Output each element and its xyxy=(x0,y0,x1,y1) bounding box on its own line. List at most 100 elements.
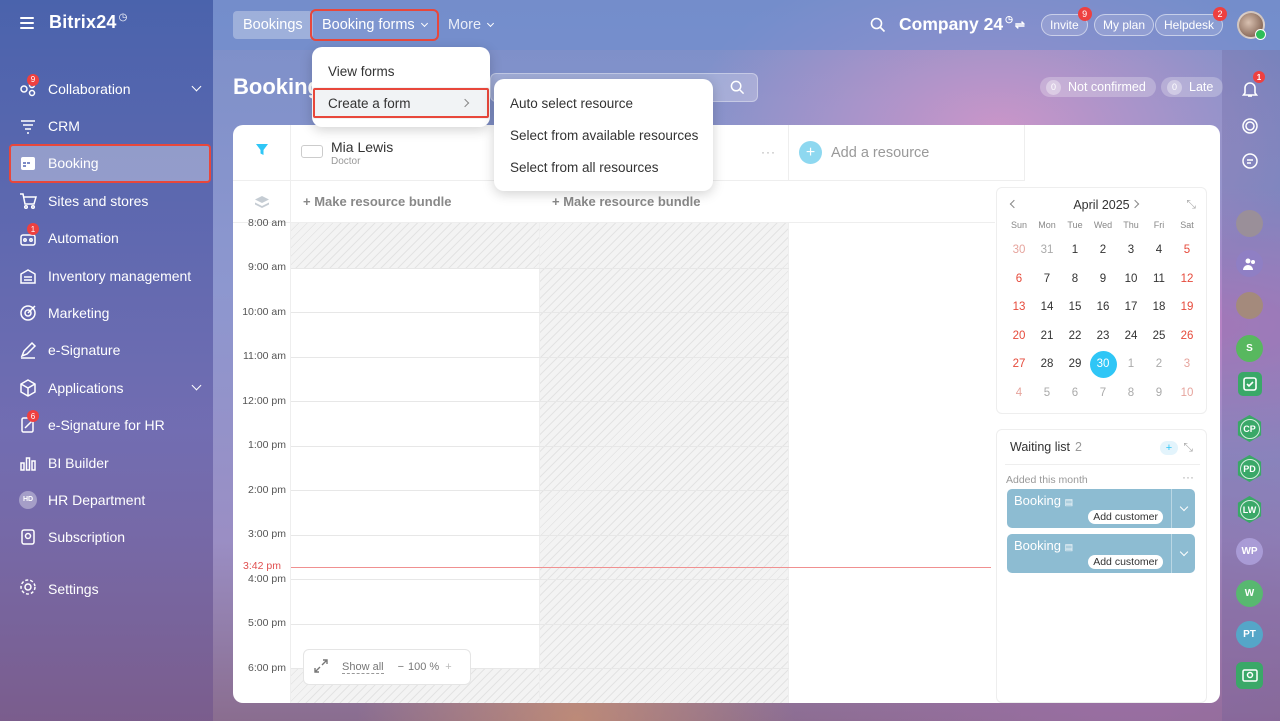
helpdesk-button[interactable]: Helpdesk 2 xyxy=(1155,7,1228,36)
group-icon[interactable] xyxy=(1236,250,1263,277)
tab-more[interactable]: More xyxy=(438,11,503,39)
calendar-day[interactable]: 14 xyxy=(1033,293,1061,322)
late-filter[interactable]: 0 Late xyxy=(1161,77,1224,97)
user-avatar[interactable] xyxy=(1237,11,1266,40)
calendar-day[interactable]: 7 xyxy=(1033,265,1061,294)
calendar-day[interactable]: 5 xyxy=(1033,379,1061,408)
add-customer-button[interactable]: Add customer xyxy=(1088,555,1163,569)
company-name[interactable]: Company 24 ◷ ⇌ xyxy=(899,14,1025,35)
calendar-day[interactable]: 4 xyxy=(1005,379,1033,408)
tab-bookings[interactable]: Bookings xyxy=(233,11,313,39)
dropdown-button[interactable] xyxy=(1171,534,1195,573)
dropdown-button[interactable] xyxy=(1171,489,1195,528)
calendar-day[interactable]: 8 xyxy=(1061,265,1089,294)
expand-icon[interactable] xyxy=(314,658,328,676)
resource-column[interactable] xyxy=(291,268,540,668)
sidebar-item-bi-builder[interactable]: BI Builder xyxy=(10,444,210,481)
calendar-day[interactable]: 10 xyxy=(1173,379,1201,408)
add-resource-button[interactable]: + Add a resource xyxy=(789,125,1025,181)
invite-button[interactable]: Invite 9 xyxy=(1041,7,1092,36)
add-waiting-button[interactable]: + xyxy=(1160,441,1178,455)
make-bundle-button[interactable]: + Make resource bundle xyxy=(552,194,700,209)
menu-item-create-form[interactable]: Create a form xyxy=(312,87,490,119)
contact-lw-avatar[interactable]: LW xyxy=(1236,496,1263,523)
contact-w-avatar[interactable]: W xyxy=(1236,580,1263,607)
sidebar-item-marketing[interactable]: Marketing xyxy=(10,294,210,331)
more-dots-icon[interactable]: ··· xyxy=(1182,470,1194,484)
add-customer-button[interactable]: Add customer xyxy=(1088,510,1163,524)
brand[interactable]: Bitrix24 ◷ xyxy=(20,12,127,33)
calendar-day[interactable]: 3 xyxy=(1173,350,1201,379)
activity-icon[interactable] xyxy=(1236,112,1263,139)
calendar-day[interactable]: 2 xyxy=(1089,236,1117,265)
collapse-icon[interactable]: ⤡ xyxy=(1183,440,1193,455)
calendar-day[interactable]: 7 xyxy=(1089,379,1117,408)
calendar-day[interactable]: 23 xyxy=(1089,322,1117,351)
calendar-day[interactable]: 13 xyxy=(1005,293,1033,322)
sidebar-settings[interactable]: Settings xyxy=(19,578,99,599)
calendar-day[interactable]: 1 xyxy=(1117,350,1145,379)
chat-icon[interactable] xyxy=(1236,147,1263,174)
sidebar-item-hr-department[interactable]: HD HR Department xyxy=(10,481,210,518)
contact-pd-avatar[interactable]: PD xyxy=(1236,455,1263,482)
calendar-day[interactable]: 12 xyxy=(1173,265,1201,294)
contact-s-avatar[interactable]: S xyxy=(1236,335,1263,362)
menu-item-view-forms[interactable]: View forms xyxy=(312,55,490,87)
tasks-icon[interactable] xyxy=(1238,372,1262,396)
calendar-day[interactable]: 31 xyxy=(1033,236,1061,265)
sidebar-item-inventory-management[interactable]: Inventory management xyxy=(10,257,210,294)
calendar-day[interactable]: 15 xyxy=(1061,293,1089,322)
submenu-item-auto-select[interactable]: Auto select resource xyxy=(510,96,633,111)
calendar-day[interactable]: 9 xyxy=(1089,265,1117,294)
calendar-day[interactable]: 22 xyxy=(1061,322,1089,351)
calendar-day[interactable]: 9 xyxy=(1145,379,1173,408)
contact-wp-avatar[interactable]: WP xyxy=(1236,538,1263,565)
calendar-day[interactable]: 27 xyxy=(1005,350,1033,379)
collapse-icon[interactable]: ⤡ xyxy=(1186,197,1196,212)
calendar-day[interactable]: 5 xyxy=(1173,236,1201,265)
schedule-grid[interactable] xyxy=(291,223,789,703)
calendar-day[interactable]: 29 xyxy=(1061,350,1089,379)
waiting-booking-card[interactable]: Booking ▤ Add customer xyxy=(1007,534,1195,573)
calendar-day[interactable]: 11 xyxy=(1145,265,1173,294)
search-screen-icon[interactable] xyxy=(1236,662,1263,689)
calendar-day[interactable]: 17 xyxy=(1117,293,1145,322)
contact-pt-avatar[interactable]: PT xyxy=(1236,621,1263,648)
more-dots-icon[interactable]: ··· xyxy=(761,145,776,159)
calendar-day[interactable]: 8 xyxy=(1117,379,1145,408)
notifications-bell-icon[interactable]: 1 xyxy=(1236,71,1265,102)
calendar-day[interactable]: 4 xyxy=(1145,236,1173,265)
calendar-day[interactable]: 30 xyxy=(1005,236,1033,265)
calendar-day[interactable]: 30 xyxy=(1089,350,1117,379)
sidebar-item-crm[interactable]: CRM xyxy=(10,107,210,144)
sidebar-item-automation[interactable]: 1 Automation xyxy=(10,220,210,257)
not-confirmed-filter[interactable]: 0 Not confirmed xyxy=(1040,77,1156,97)
calendar-day[interactable]: 16 xyxy=(1089,293,1117,322)
calendar-day[interactable]: 24 xyxy=(1117,322,1145,351)
my-plan-button[interactable]: My plan xyxy=(1094,14,1155,36)
waiting-booking-card[interactable]: Booking ▤ Add customer xyxy=(1007,489,1195,528)
make-bundle-button[interactable]: + Make resource bundle xyxy=(303,194,451,209)
calendar-day[interactable]: 6 xyxy=(1005,265,1033,294)
sidebar-item-subscription[interactable]: Subscription xyxy=(10,519,210,556)
contact-avatar[interactable] xyxy=(1236,210,1263,237)
calendar-day[interactable]: 19 xyxy=(1173,293,1201,322)
sidebar-item-e-signature[interactable]: e-Signature xyxy=(10,332,210,369)
sidebar-item-sites-and-stores[interactable]: Sites and stores xyxy=(10,182,210,219)
calendar-day[interactable]: 3 xyxy=(1117,236,1145,265)
filter-button[interactable] xyxy=(233,125,291,181)
contact-avatar[interactable] xyxy=(1236,292,1263,319)
show-all-button[interactable]: Show all xyxy=(342,661,384,674)
submenu-item-available-resources[interactable]: Select from available resources xyxy=(510,128,698,143)
menu-icon[interactable] xyxy=(20,16,34,29)
calendar-day[interactable]: 6 xyxy=(1061,379,1089,408)
sidebar-item-applications[interactable]: Applications xyxy=(10,369,210,406)
calendar-day[interactable]: 21 xyxy=(1033,322,1061,351)
calendar-day[interactable]: 20 xyxy=(1005,322,1033,351)
sidebar-item-collaboration[interactable]: 9 Collaboration xyxy=(10,70,210,107)
calendar-day[interactable]: 25 xyxy=(1145,322,1173,351)
calendar-day[interactable]: 26 xyxy=(1173,322,1201,351)
submenu-item-all-resources[interactable]: Select from all resources xyxy=(510,160,659,175)
contact-cp-avatar[interactable]: CP xyxy=(1236,415,1263,442)
resource-toggle[interactable] xyxy=(301,145,323,158)
